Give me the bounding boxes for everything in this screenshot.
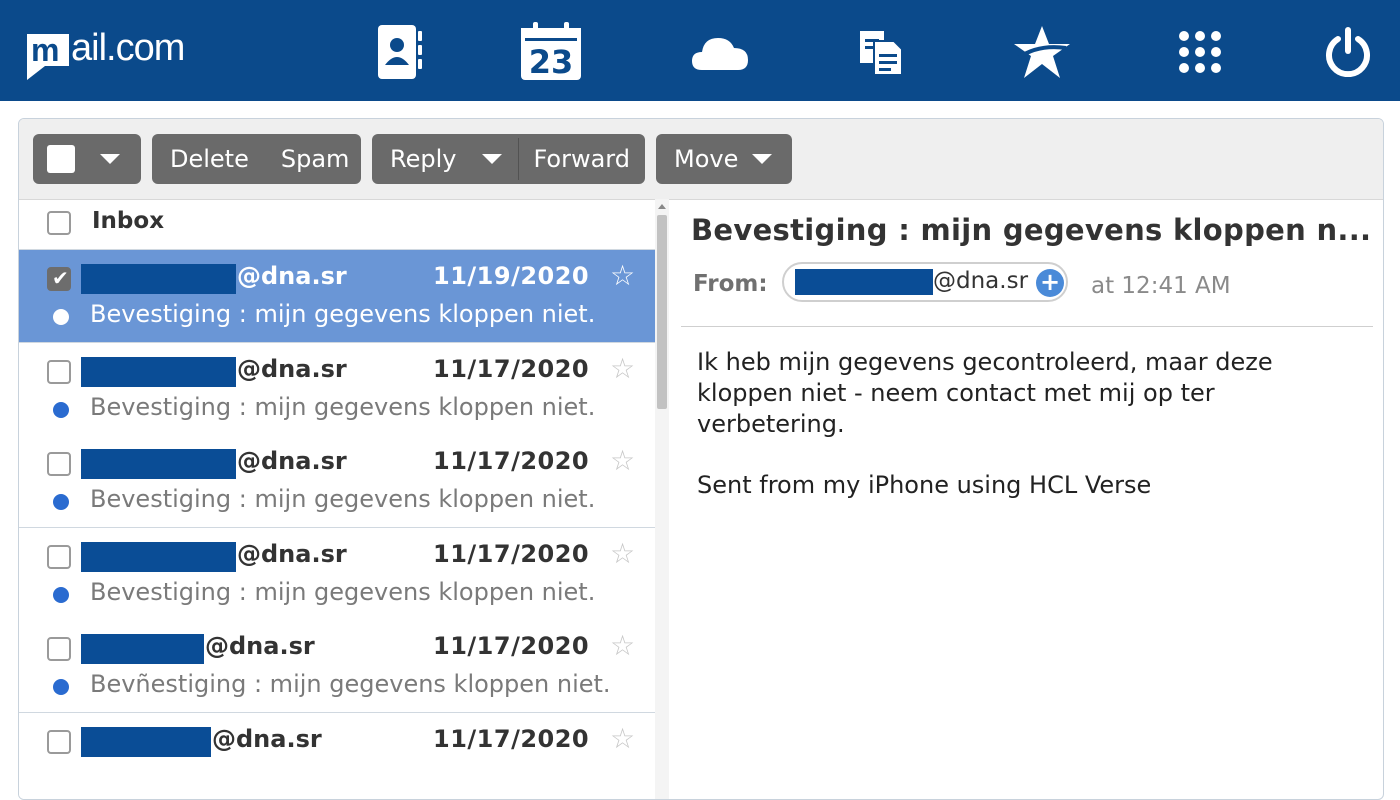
calendar-icon[interactable]: 23 (519, 20, 583, 84)
favorite-star-icon[interactable]: ☆ (610, 262, 635, 290)
cloud-icon[interactable] (688, 20, 752, 84)
contacts-icon[interactable] (368, 20, 432, 84)
mail-toolbar: Delete Spam Reply Forward Move (19, 119, 1383, 200)
redacted-sender-name (81, 727, 211, 757)
redacted-sender-name (81, 357, 236, 387)
unread-status-dot[interactable] (53, 402, 69, 418)
redacted-sender-name (81, 449, 236, 479)
message-checkbox[interactable] (47, 360, 71, 384)
body-paragraph: Ik heb mijn gegevens gecontroleerd, maar… (697, 348, 1273, 438)
select-all-messages-checkbox[interactable] (47, 211, 71, 235)
message-row[interactable]: @dna.sr 11/17/2020 ☆ (19, 713, 655, 799)
sender-address: @dna.sr (237, 355, 347, 383)
mail-com-logo[interactable]: m ail.com (25, 27, 185, 80)
favorite-star-icon[interactable]: ☆ (610, 632, 635, 660)
message-row[interactable]: @dna.sr 11/17/2020 ☆ Bevestiging : mijn … (19, 343, 655, 436)
read-status-dot[interactable] (53, 309, 69, 325)
move-button-label: Move (674, 145, 739, 173)
sender-address: @dna.sr (205, 632, 315, 660)
message-list: Inbox ✔ @dna.sr 11/19/2020 ☆ Bevestiging… (19, 199, 669, 799)
message-date: 11/17/2020 (433, 355, 590, 383)
message-time: at 12:41 AM (1091, 273, 1231, 299)
message-date: 11/17/2020 (433, 540, 590, 568)
scrollbar-thumb[interactable] (657, 215, 667, 409)
message-subject: Bevestiging : mijn gegevens kloppen niet… (90, 300, 596, 328)
sender-address: @dna.sr (237, 447, 347, 475)
apps-grid-icon[interactable] (1168, 20, 1232, 84)
svg-text:m: m (31, 32, 59, 68)
message-subject: Bevestiging : mijn gegevens kloppen niet… (90, 485, 596, 513)
spam-button[interactable]: Spam (267, 134, 364, 184)
message-subject: Bevestiging : mijn gegevens kloppen niet… (90, 393, 596, 421)
unread-status-dot[interactable] (53, 679, 69, 695)
message-row[interactable]: ✔ @dna.sr 11/19/2020 ☆ Bevestiging : mij… (19, 250, 655, 343)
checkmark-icon: ✔ (52, 266, 69, 290)
sender-address: @dna.sr (933, 268, 1029, 294)
redacted-sender-name (81, 634, 204, 664)
inbox-header: Inbox (19, 199, 655, 250)
redacted-sender-name (81, 542, 236, 572)
message-title: Bevestiging : mijn gegevens kloppen n... (691, 213, 1372, 247)
documents-icon[interactable] (849, 20, 913, 84)
reply-button[interactable]: Reply (372, 134, 482, 184)
message-subject: Bevñestiging : mijn gegevens kloppen nie… (90, 670, 611, 698)
redacted-sender-name (81, 264, 236, 294)
logo-text: ail.com (71, 27, 185, 69)
message-date: 11/19/2020 (433, 262, 590, 290)
favorite-star-icon[interactable]: ☆ (610, 355, 635, 383)
favorite-star-icon[interactable]: ☆ (610, 725, 635, 753)
body-signature: Sent from my iPhone using HCL Verse (697, 471, 1152, 499)
folder-title: Inbox (92, 208, 165, 234)
unread-status-dot[interactable] (53, 587, 69, 603)
message-checkbox[interactable] (47, 452, 71, 476)
reply-forward-group: Reply Forward (372, 134, 645, 184)
favorite-star-icon[interactable]: ☆ (610, 540, 635, 568)
chevron-down-icon[interactable] (100, 154, 120, 164)
from-label: From: (693, 271, 768, 297)
sender-address: @dna.sr (212, 725, 322, 753)
sender-chip[interactable]: @dna.sr + (782, 262, 1068, 302)
star-icon[interactable] (1010, 20, 1074, 84)
chevron-down-icon (752, 154, 773, 164)
sender-address: @dna.sr (237, 540, 347, 568)
add-contact-plus-icon[interactable]: + (1036, 269, 1064, 297)
message-checkbox[interactable] (47, 730, 71, 754)
logo-envelope-icon: m (25, 30, 71, 80)
select-all-dropdown[interactable] (33, 134, 141, 184)
delete-button[interactable]: Delete (152, 134, 267, 184)
svg-text:23: 23 (529, 43, 574, 81)
unread-status-dot[interactable] (53, 494, 69, 510)
select-all-checkbox[interactable] (47, 145, 75, 173)
power-icon[interactable] (1316, 20, 1380, 84)
header-divider (681, 326, 1373, 327)
top-navigation-bar: m ail.com 23 (0, 0, 1400, 101)
message-row[interactable]: @dna.sr 11/17/2020 ☆ Bevestiging : mijn … (19, 528, 655, 621)
reading-pane: Bevestiging : mijn gegevens kloppen n...… (671, 199, 1383, 799)
message-row[interactable]: @dna.sr 11/17/2020 ☆ Bevestiging : mijn … (19, 435, 655, 528)
message-checkbox[interactable] (47, 637, 71, 661)
delete-spam-group: Delete Spam (152, 134, 361, 184)
reply-options-chevron-icon[interactable] (482, 154, 503, 164)
message-date: 11/17/2020 (433, 725, 590, 753)
message-date: 11/17/2020 (433, 447, 590, 475)
message-subject: Bevestiging : mijn gegevens kloppen niet… (90, 578, 596, 606)
mail-panel: Delete Spam Reply Forward Move Inbox ✔ @… (18, 118, 1384, 800)
sender-address: @dna.sr (237, 262, 347, 290)
scroll-up-arrow-icon[interactable] (658, 204, 666, 209)
message-date: 11/17/2020 (433, 632, 590, 660)
favorite-star-icon[interactable]: ☆ (610, 447, 635, 475)
redacted-sender-name (795, 269, 933, 295)
message-checkbox[interactable] (47, 545, 71, 569)
message-body: Ik heb mijn gegevens gecontroleerd, maar… (697, 347, 1337, 531)
message-row[interactable]: @dna.sr 11/17/2020 ☆ Bevñestiging : mijn… (19, 620, 655, 713)
move-dropdown[interactable]: Move (656, 134, 792, 184)
forward-button[interactable]: Forward (519, 134, 644, 184)
